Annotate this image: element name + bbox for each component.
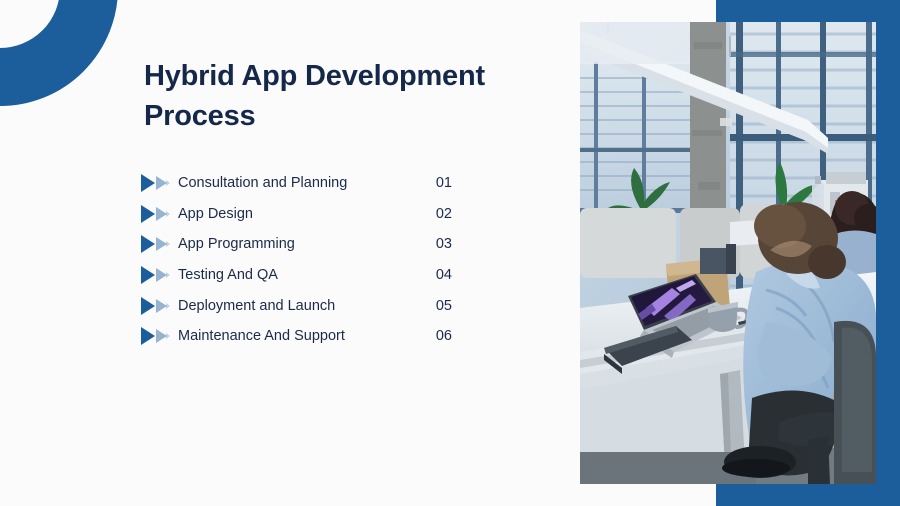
list-item[interactable]: Deployment and Launch 05 <box>140 290 452 321</box>
list-item-label: Testing And QA <box>178 267 278 284</box>
fast-forward-icon <box>140 296 170 316</box>
list-item[interactable]: App Programming 03 <box>140 229 452 260</box>
list-item[interactable]: Maintenance And Support 06 <box>140 321 452 352</box>
list-item-number: 02 <box>435 205 452 222</box>
list-item-number: 06 <box>435 328 452 345</box>
list-item-label: Consultation and Planning <box>178 175 348 192</box>
list-item-label: Maintenance And Support <box>178 328 345 345</box>
list-item-label: App Design <box>178 205 253 222</box>
list-item-label: App Programming <box>178 236 295 253</box>
list-item-number: 04 <box>435 267 452 284</box>
list-item-label: Deployment and Launch <box>178 297 336 314</box>
list-item-number: 01 <box>435 175 452 192</box>
list-item[interactable]: Consultation and Planning 01 <box>140 168 452 199</box>
fast-forward-icon <box>140 265 170 285</box>
list-item[interactable]: Testing And QA 04 <box>140 260 452 291</box>
blue-ring-decoration <box>0 0 118 106</box>
fast-forward-icon <box>140 173 170 193</box>
page-title: Hybrid App Development Process <box>144 60 485 132</box>
list-item-number: 05 <box>435 297 452 314</box>
fast-forward-icon <box>140 204 170 224</box>
fast-forward-icon <box>140 234 170 254</box>
list-item[interactable]: App Design 02 <box>140 199 452 230</box>
office-photo <box>580 22 876 484</box>
process-step-list: Consultation and Planning 01 App Design … <box>140 168 452 352</box>
list-item-number: 03 <box>435 236 452 253</box>
slide-canvas: Hybrid App Development Process Consultat… <box>0 0 900 506</box>
fast-forward-icon <box>140 326 170 346</box>
